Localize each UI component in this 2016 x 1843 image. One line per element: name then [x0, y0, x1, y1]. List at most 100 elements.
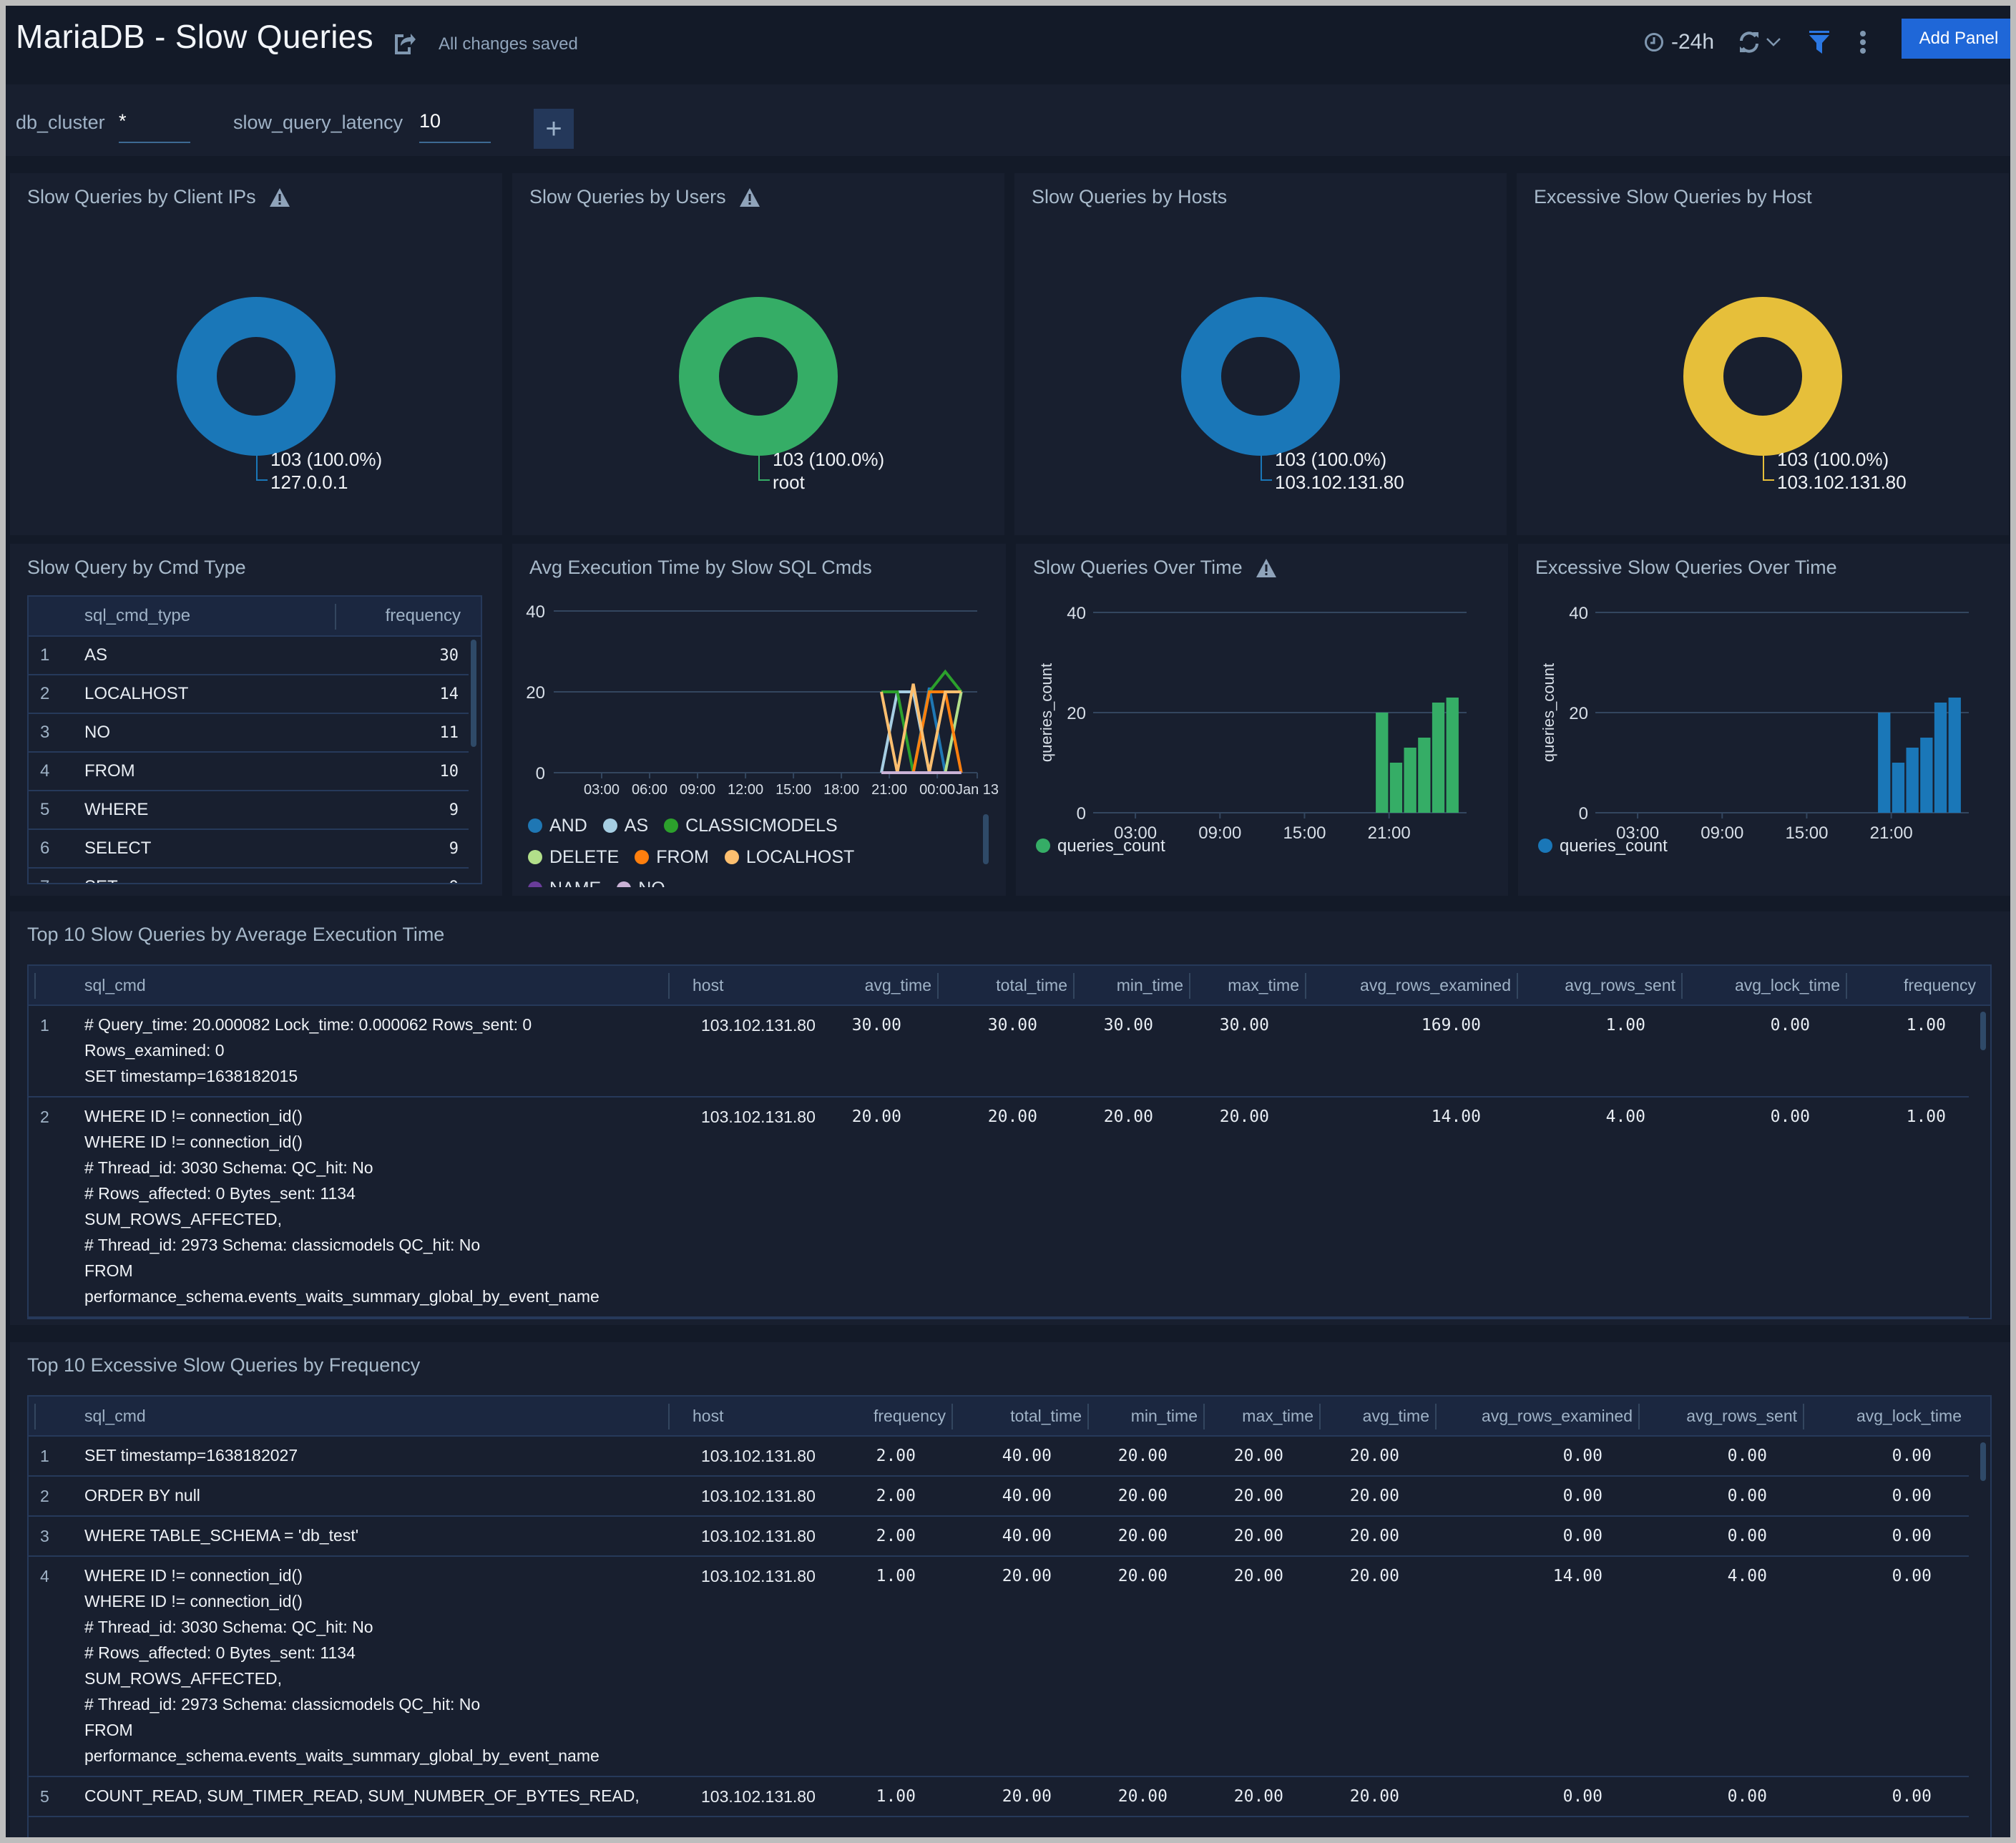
column-header-sql-cmd-type[interactable]: sql_cmd_type	[84, 606, 190, 626]
legend-item[interactable]: NO	[617, 873, 665, 887]
column-header-total-time[interactable]: total_time	[1010, 1407, 1082, 1426]
add-panel-button[interactable]: Add Panel	[1902, 19, 2010, 59]
column-header-total-time[interactable]: total_time	[996, 976, 1067, 995]
column-header-avg-time[interactable]: avg_time	[865, 976, 931, 995]
bar[interactable]	[1920, 738, 1933, 813]
column-header-sql-cmd[interactable]: sql_cmd	[84, 1407, 146, 1426]
filter-button[interactable]	[1809, 24, 1830, 60]
column-header-avg-lock-time[interactable]: avg_lock_time	[1735, 976, 1840, 995]
x-tick-label: 06:00	[632, 782, 667, 798]
column-divider[interactable]	[34, 1404, 36, 1429]
bar[interactable]	[1878, 713, 1891, 813]
donut-chart	[1181, 297, 1340, 456]
bar[interactable]	[1934, 703, 1947, 813]
bar[interactable]	[1892, 763, 1905, 813]
table-row[interactable]: 5 COUNT_READ, SUM_TIMER_READ, SUM_NUMBER_…	[29, 1777, 1969, 1817]
column-divider[interactable]	[1638, 1404, 1640, 1429]
warning-icon[interactable]	[739, 187, 760, 207]
column-divider[interactable]	[1803, 1404, 1804, 1429]
column-header-min-time[interactable]: min_time	[1131, 1407, 1198, 1426]
column-divider[interactable]	[1189, 973, 1190, 999]
filter-input-db-cluster[interactable]: *	[119, 110, 127, 132]
bar[interactable]	[1389, 763, 1403, 813]
column-header-max-time[interactable]: max_time	[1228, 976, 1299, 995]
column-header-frequency[interactable]: frequency	[1904, 976, 1976, 995]
column-divider[interactable]	[1073, 973, 1075, 999]
legend-item[interactable]: LOCALHOST	[724, 841, 854, 873]
donut-slice[interactable]	[1683, 297, 1842, 456]
legend-scrollbar[interactable]	[983, 814, 989, 864]
column-header-avg-time[interactable]: avg_time	[1363, 1407, 1429, 1426]
column-divider[interactable]	[34, 973, 36, 999]
add-filter-button[interactable]: +	[534, 109, 574, 149]
column-divider[interactable]	[951, 1404, 953, 1429]
column-header-host[interactable]: host	[693, 1407, 723, 1426]
column-divider[interactable]	[1517, 973, 1518, 999]
bar[interactable]	[1404, 748, 1416, 813]
column-divider[interactable]	[1319, 1404, 1321, 1429]
legend-item[interactable]: CLASSICMODELS	[664, 810, 838, 841]
legend-item[interactable]: AS	[602, 810, 648, 841]
column-divider[interactable]	[1846, 973, 1847, 999]
bar[interactable]	[1376, 713, 1389, 813]
table-row[interactable]: 1 SET timestamp=1638182027 103.102.131.80 2…	[29, 1437, 1969, 1477]
column-header-host[interactable]: host	[693, 976, 723, 995]
table-row[interactable]: 1 # Query_time: 20.000082 Lock_time: 0.00…	[29, 1006, 1969, 1098]
table-row[interactable]: 4 WHERE ID != connection_id() WHERE ID != …	[29, 1557, 1969, 1777]
legend-label[interactable]: queries_count	[1057, 836, 1165, 856]
filter-input-slow-query-latency[interactable]: 10	[419, 110, 441, 132]
column-divider[interactable]	[668, 1404, 670, 1429]
cell-frequency: 30	[439, 646, 459, 665]
chevron-down-icon[interactable]	[1766, 37, 1781, 47]
table-scrollbar[interactable]	[1980, 1442, 1986, 1481]
legend-item[interactable]: NAME	[528, 873, 601, 887]
column-header-avg-rows-examined[interactable]: avg_rows_examined	[1360, 976, 1511, 995]
more-options-button[interactable]	[1859, 24, 1867, 60]
table-row[interactable]: 2 ORDER BY null 103.102.131.80 2.00 40.00 20.…	[29, 1477, 1969, 1517]
legend-label[interactable]: queries_count	[1560, 836, 1668, 856]
bar[interactable]	[1906, 748, 1919, 813]
column-divider[interactable]	[668, 973, 670, 999]
table-row[interactable]: 7 SET 9	[29, 869, 469, 883]
column-header-min-time[interactable]: min_time	[1117, 976, 1183, 995]
bar[interactable]	[1948, 698, 1961, 813]
column-header-frequency[interactable]: frequency	[386, 606, 461, 626]
column-header-avg-lock-time[interactable]: avg_lock_time	[1856, 1407, 1962, 1426]
column-divider[interactable]	[1435, 1404, 1437, 1429]
column-header-frequency[interactable]: frequency	[874, 1407, 946, 1426]
column-divider[interactable]	[1087, 1404, 1089, 1429]
column-divider[interactable]	[937, 973, 939, 999]
donut-slice[interactable]	[177, 297, 336, 456]
table-row[interactable]: 2 LOCALHOST 14	[29, 675, 469, 714]
table-row[interactable]: 6 SELECT 9	[29, 830, 469, 869]
table-row[interactable]: 3 NO 11	[29, 714, 469, 753]
column-divider[interactable]	[1681, 973, 1683, 999]
column-header-sql-cmd[interactable]: sql_cmd	[84, 976, 146, 995]
column-divider[interactable]	[1305, 973, 1306, 999]
legend-item[interactable]: DELETE	[528, 841, 619, 873]
column-divider[interactable]	[1203, 1404, 1205, 1429]
donut-slice[interactable]	[1181, 297, 1340, 456]
refresh-button[interactable]	[1737, 24, 1781, 60]
column-header-avg-rows-sent[interactable]: avg_rows_sent	[1565, 976, 1675, 995]
bar[interactable]	[1418, 738, 1431, 813]
table-scrollbar[interactable]	[471, 640, 476, 747]
table-row[interactable]: 2 WHERE ID != connection_id() WHERE ID != …	[29, 1098, 1969, 1318]
column-header-max-time[interactable]: max_time	[1242, 1407, 1313, 1426]
donut-slice[interactable]	[679, 297, 838, 456]
legend-item[interactable]: AND	[528, 810, 587, 841]
column-header-avg-rows-examined[interactable]: avg_rows_examined	[1482, 1407, 1633, 1426]
table-row[interactable]: 4 FROM 10	[29, 753, 469, 791]
table-row[interactable]: 3 WHERE TABLE_SCHEMA = 'db_test' 103.102.1…	[29, 1517, 1969, 1557]
table-scrollbar[interactable]	[1980, 1012, 1986, 1050]
legend-item[interactable]: FROM	[635, 841, 709, 873]
time-range-picker[interactable]: -24h	[1644, 24, 1714, 60]
bar[interactable]	[1432, 703, 1445, 813]
column-header-avg-rows-sent[interactable]: avg_rows_sent	[1686, 1407, 1797, 1426]
warning-icon[interactable]	[269, 187, 290, 207]
bar[interactable]	[1446, 698, 1459, 813]
share-icon[interactable]	[392, 30, 416, 56]
table-row[interactable]: 5 WHERE 9	[29, 791, 469, 830]
column-divider[interactable]	[335, 604, 336, 630]
table-row[interactable]: 1 AS 30	[29, 637, 469, 675]
